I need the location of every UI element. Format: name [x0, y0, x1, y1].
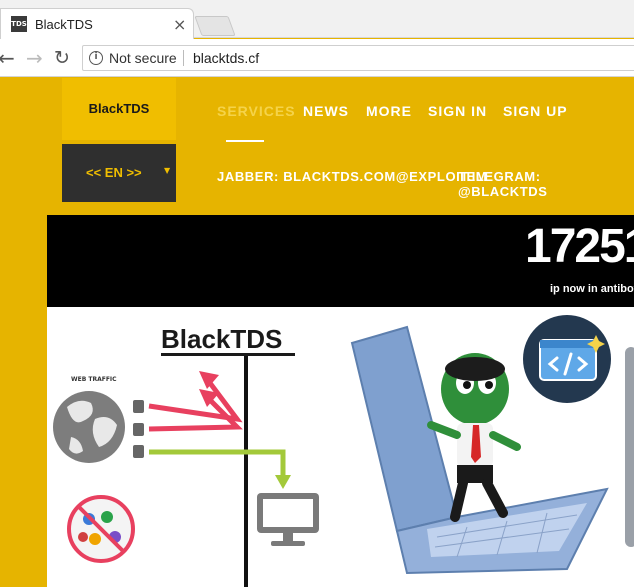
hero-illustration: BlackTDS WEB TRAFFIC	[47, 307, 634, 587]
no-bots-icon	[67, 495, 135, 563]
nav-sign-up[interactable]: SIGN UP	[503, 103, 568, 119]
traffic-file-icon	[133, 423, 144, 436]
red-redirect-arrows	[148, 377, 243, 432]
traffic-label: WEB TRAFFIC	[71, 376, 117, 383]
globe-icon	[53, 391, 125, 463]
favicon-icon: TDS	[11, 16, 27, 32]
nav-services[interactable]: SERVICES	[217, 103, 296, 119]
counter-caption: ip now in antibot	[550, 283, 634, 295]
antibot-counter: 172511	[525, 220, 634, 273]
info-icon[interactable]: i	[89, 51, 103, 65]
language-selector[interactable]: << EN >> ▼	[62, 144, 176, 202]
url-text[interactable]: blacktds.cf	[193, 50, 259, 66]
language-label: << EN >>	[86, 165, 142, 180]
browser-tab[interactable]: TDS BlackTDS ×	[0, 8, 194, 39]
back-arrow-icon[interactable]: ←	[0, 47, 15, 69]
counter-banner: 172511 ip now in antibot	[47, 215, 634, 307]
address-separator	[183, 50, 184, 66]
nav-news[interactable]: NEWS	[303, 103, 349, 119]
hero-title-underline	[161, 353, 295, 356]
traffic-file-icon	[133, 445, 144, 458]
jabber-contact: JABBER: BLACKTDS.COM@EXPLOIT.IM	[217, 169, 488, 184]
site-logo[interactable]: BlackTDS	[62, 78, 176, 140]
telegram-contact: TELEGRAM: @BLACKTDS	[458, 169, 548, 199]
reload-icon[interactable]: ↻	[54, 47, 70, 69]
browser-toolbar: ← → ↻ i Not secure blacktds.cf	[0, 39, 634, 77]
traffic-file-icon	[133, 400, 144, 413]
forward-arrow-icon[interactable]: →	[26, 47, 43, 69]
hero-graphic	[53, 315, 634, 587]
dropdown-caret-icon: ▼	[164, 166, 171, 175]
close-icon[interactable]: ×	[173, 15, 186, 34]
address-bar[interactable]: i Not secure blacktds.cf	[82, 45, 634, 71]
nav-sign-in[interactable]: SIGN IN	[428, 103, 487, 119]
code-icon	[523, 315, 611, 403]
monitor-icon	[257, 493, 319, 546]
tab-title: BlackTDS	[35, 17, 93, 32]
new-tab-button[interactable]	[194, 16, 236, 36]
page-content: BlackTDS << EN >> ▼ SERVICES NEWS MORE S…	[0, 78, 634, 587]
device-edge	[625, 347, 634, 547]
logo-text: BlackTDS	[88, 101, 150, 116]
security-label[interactable]: Not secure	[109, 50, 177, 66]
nav-more[interactable]: MORE	[366, 103, 412, 119]
hero-title: BlackTDS	[161, 324, 283, 354]
green-arrow	[149, 449, 291, 489]
tab-bar: TDS BlackTDS ×	[0, 0, 634, 39]
active-nav-indicator	[226, 140, 264, 142]
